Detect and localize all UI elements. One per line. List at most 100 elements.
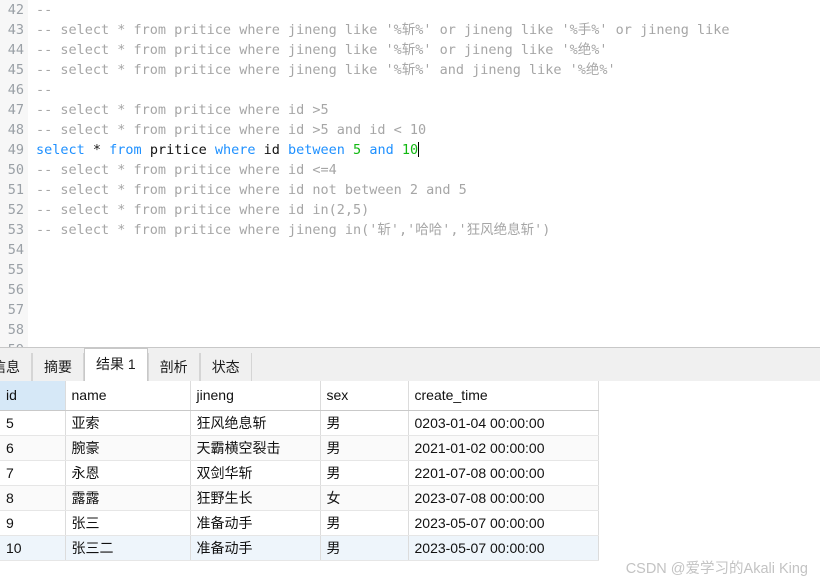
line-number: 42: [7, 2, 24, 18]
table-row[interactable]: 10 张三二 准备动手男 2023-05-07 00:00:00: [0, 535, 599, 561]
line-number: 43: [7, 22, 24, 38]
cell-create_time[interactable]: 0203-01-04 00:00:00: [408, 410, 599, 436]
column-header-jineng[interactable]: jineng: [190, 381, 321, 411]
cell-id[interactable]: 8: [0, 485, 66, 511]
cell-id[interactable]: 6: [0, 435, 66, 461]
code-token-cmt: -- select * from pritice where id in(2,5…: [36, 202, 370, 218]
cell-id[interactable]: 7: [0, 460, 66, 486]
cell-id[interactable]: 10: [0, 535, 66, 561]
table-row[interactable]: 7 永恩 双剑华斩男 2201-07-08 00:00:00: [0, 460, 599, 486]
code-token-id: [345, 142, 353, 158]
code-line[interactable]: 53 -- select * from pritice where jineng …: [0, 220, 820, 240]
column-header-create_time[interactable]: create_time: [408, 381, 599, 411]
cell-name[interactable]: 张三: [65, 510, 191, 536]
column-header-sex[interactable]: sex: [320, 381, 409, 411]
column-header-id[interactable]: id: [0, 381, 66, 411]
result-table-body: 5 亚索 狂风绝息斩男 0203-01-04 00:00:00 6 腕豪 天霸横空裂击男 20…: [0, 410, 599, 561]
cell-jineng[interactable]: 天霸横空裂击: [190, 435, 321, 461]
cell-sex[interactable]: 男: [320, 410, 409, 436]
cell-create_time[interactable]: 2023-05-07 00:00:00: [408, 535, 599, 561]
code-line[interactable]: 51 -- select * from pritice where id not …: [0, 180, 820, 200]
code-token-cmt: --: [36, 2, 53, 18]
cell-id[interactable]: 9: [0, 510, 66, 536]
code-text[interactable]: --: [36, 2, 52, 18]
code-text[interactable]: -- select * from pritice where id <=4: [36, 162, 337, 178]
cell-create_time[interactable]: 2201-07-08 00:00:00: [408, 460, 599, 486]
code-line[interactable]: 52 -- select * from pritice where id in(2…: [0, 200, 820, 220]
table-row[interactable]: 9 张三 准备动手男 2023-05-07 00:00:00: [0, 510, 599, 536]
cell-name[interactable]: 张三二: [65, 535, 191, 561]
line-number: 56: [7, 282, 24, 298]
tab-item[interactable]: 剖析: [147, 353, 200, 381]
table-row[interactable]: 5 亚索 狂风绝息斩男 0203-01-04 00:00:00: [0, 410, 599, 436]
line-number: 52: [7, 202, 24, 218]
code-text[interactable]: -- select * from pritice where id >5 and…: [36, 122, 426, 138]
cell-sex[interactable]: 男: [320, 435, 409, 461]
code-token-cmt: -- select * from pritice where jineng li…: [36, 22, 730, 38]
code-line[interactable]: 47 -- select * from pritice where id >5: [0, 100, 820, 120]
sql-editor[interactable]: 42 -- 43 -- select * from pritice where jin…: [0, 0, 820, 347]
cell-create_time[interactable]: 2023-05-07 00:00:00: [408, 510, 599, 536]
code-text[interactable]: -- select * from pritice where jineng li…: [36, 42, 608, 58]
code-line[interactable]: 58: [0, 320, 820, 340]
code-text[interactable]: -- select * from pritice where jineng li…: [36, 62, 616, 78]
line-number: 44: [7, 42, 24, 58]
code-text[interactable]: -- select * from pritice where id >5: [36, 102, 329, 118]
code-line[interactable]: 59: [0, 340, 820, 347]
result-grid[interactable]: id name jineng sex create_time 5 亚索 狂风绝息斩男 0203…: [0, 381, 820, 586]
result-table-head: id name jineng sex create_time: [0, 381, 599, 411]
table-row[interactable]: 8 露露 狂野生长女 2023-07-08 00:00:00: [0, 485, 599, 511]
code-line[interactable]: 55: [0, 260, 820, 280]
cell-id[interactable]: 5: [0, 410, 66, 436]
code-lines-container[interactable]: 42 -- 43 -- select * from pritice where jin…: [0, 0, 820, 347]
code-line[interactable]: 49 select * from pritice where id between…: [0, 140, 820, 160]
cell-sex[interactable]: 男: [320, 535, 409, 561]
tab-active[interactable]: 结果 1: [84, 348, 148, 381]
cell-jineng[interactable]: 准备动手: [190, 535, 321, 561]
cell-sex[interactable]: 男: [320, 460, 409, 486]
cell-jineng[interactable]: 双剑华斩: [190, 460, 321, 486]
code-token-id: pritice: [141, 142, 215, 158]
code-text[interactable]: -- select * from pritice where jineng li…: [36, 22, 729, 38]
cell-jineng[interactable]: 狂野生长: [190, 485, 321, 511]
cell-jineng[interactable]: 准备动手: [190, 510, 321, 536]
cell-name[interactable]: 亚索: [65, 410, 191, 436]
code-line[interactable]: 42 --: [0, 0, 820, 20]
code-text[interactable]: --: [36, 82, 52, 98]
line-number: 49: [7, 142, 24, 158]
code-line[interactable]: 54: [0, 240, 820, 260]
cell-name[interactable]: 永恩: [65, 460, 191, 486]
code-token-kw: from: [109, 142, 142, 158]
code-text[interactable]: -- select * from pritice where jineng in…: [36, 222, 550, 238]
text-cursor: [418, 142, 420, 157]
code-line[interactable]: 56: [0, 280, 820, 300]
code-text[interactable]: -- select * from pritice where id in(2,5…: [36, 202, 369, 218]
code-line[interactable]: 48 -- select * from pritice where id >5 a…: [0, 120, 820, 140]
tab-list: 信息摘要结果 1剖析状态: [0, 348, 820, 381]
code-token-cmt: -- select * from pritice where id >5: [36, 102, 329, 118]
cell-jineng[interactable]: 狂风绝息斩: [190, 410, 321, 436]
code-line[interactable]: 50 -- select * from pritice where id <=4: [0, 160, 820, 180]
column-header-name[interactable]: name: [65, 381, 191, 411]
tab-item[interactable]: 信息: [0, 353, 32, 381]
code-line[interactable]: 57: [0, 300, 820, 320]
code-line[interactable]: 43 -- select * from pritice where jineng …: [0, 20, 820, 40]
line-number: 59: [0, 340, 24, 347]
line-number: 46: [7, 82, 24, 98]
code-line[interactable]: 45 -- select * from pritice where jineng …: [0, 60, 820, 80]
tab-item[interactable]: 状态: [199, 353, 252, 381]
cell-name[interactable]: 腕豪: [65, 435, 191, 461]
tab-item[interactable]: 摘要: [32, 353, 84, 381]
code-text[interactable]: select * from pritice where id between 5…: [36, 142, 420, 158]
line-number: 51: [7, 182, 24, 198]
cell-name[interactable]: 露露: [65, 485, 191, 511]
cell-sex[interactable]: 女: [320, 485, 409, 511]
cell-create_time[interactable]: 2023-07-08 00:00:00: [408, 485, 599, 511]
code-line[interactable]: 44 -- select * from pritice where jineng …: [0, 40, 820, 60]
table-row[interactable]: 6 腕豪 天霸横空裂击男 2021-01-02 00:00:00: [0, 435, 599, 461]
code-token-id: id: [255, 142, 288, 158]
cell-sex[interactable]: 男: [320, 510, 409, 536]
code-text[interactable]: -- select * from pritice where id not be…: [36, 182, 467, 198]
code-line[interactable]: 46 --: [0, 80, 820, 100]
cell-create_time[interactable]: 2021-01-02 00:00:00: [408, 435, 599, 461]
